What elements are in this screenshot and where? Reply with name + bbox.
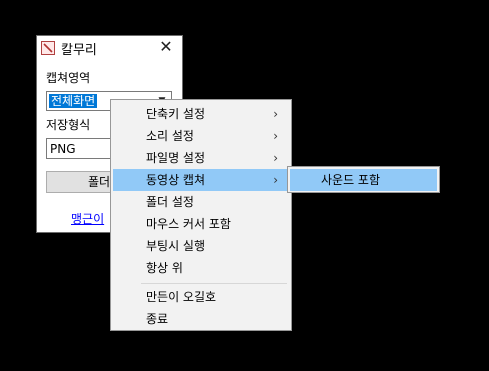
menu-item-label: 항상 위	[146, 261, 183, 275]
chevron-right-icon: ›	[273, 129, 278, 143]
author-link[interactable]: 맹근이	[71, 210, 104, 227]
menu-item-shortcut-settings[interactable]: 단축키 설정 ›	[113, 103, 289, 125]
chevron-right-icon: ›	[273, 151, 278, 165]
menu-item-sound-settings[interactable]: 소리 설정 ›	[113, 125, 289, 147]
menu-item-label: 폴더 설정	[146, 195, 194, 209]
menu-item-label: 단축키 설정	[146, 107, 206, 121]
close-icon[interactable]: ✕	[158, 38, 174, 56]
submenu-item-label: 사운드 포함	[321, 173, 381, 187]
folder-button-label: 폴더	[87, 175, 111, 189]
menu-item-label: 소리 설정	[146, 129, 194, 143]
window-title: 칼무리	[61, 43, 97, 58]
save-format-label: 저장형식	[46, 118, 91, 132]
menu-item-always-on-top[interactable]: 항상 위	[113, 257, 289, 279]
menu-item-folder-settings[interactable]: 폴더 설정	[113, 191, 289, 213]
capture-area-label: 캡쳐영역	[46, 71, 91, 85]
context-menu: 단축키 설정 › 소리 설정 › 파일명 설정 › 동영상 캡쳐 › 폴더 설정…	[110, 99, 292, 331]
submenu-item-include-sound[interactable]: 사운드 포함	[290, 169, 437, 191]
capture-area-value: 전체화면	[49, 94, 98, 108]
menu-item-label: 부팅시 실행	[146, 239, 206, 253]
menu-item-exit[interactable]: 종료	[113, 308, 289, 330]
save-format-value: PNG	[50, 142, 76, 156]
menu-item-filename-settings[interactable]: 파일명 설정 ›	[113, 147, 289, 169]
menu-item-label: 동영상 캡쳐	[146, 173, 206, 187]
menu-item-label: 만든이 오길호	[146, 290, 217, 304]
video-capture-submenu: 사운드 포함	[287, 166, 440, 193]
chevron-right-icon: ›	[273, 107, 278, 121]
chevron-right-icon: ›	[273, 173, 278, 187]
menu-item-label: 파일명 설정	[146, 151, 206, 165]
menu-item-label: 종료	[146, 312, 169, 326]
menu-item-run-at-boot[interactable]: 부팅시 실행	[113, 235, 289, 257]
menu-item-label: 마우스 커서 포함	[146, 217, 231, 231]
title-bar[interactable]: 칼무리 ✕	[37, 36, 182, 60]
menu-separator	[141, 283, 287, 284]
menu-item-author[interactable]: 만든이 오길호	[113, 286, 289, 308]
app-knife-icon	[41, 41, 55, 55]
menu-item-video-capture[interactable]: 동영상 캡쳐 ›	[113, 169, 289, 191]
menu-item-include-cursor[interactable]: 마우스 커서 포함	[113, 213, 289, 235]
